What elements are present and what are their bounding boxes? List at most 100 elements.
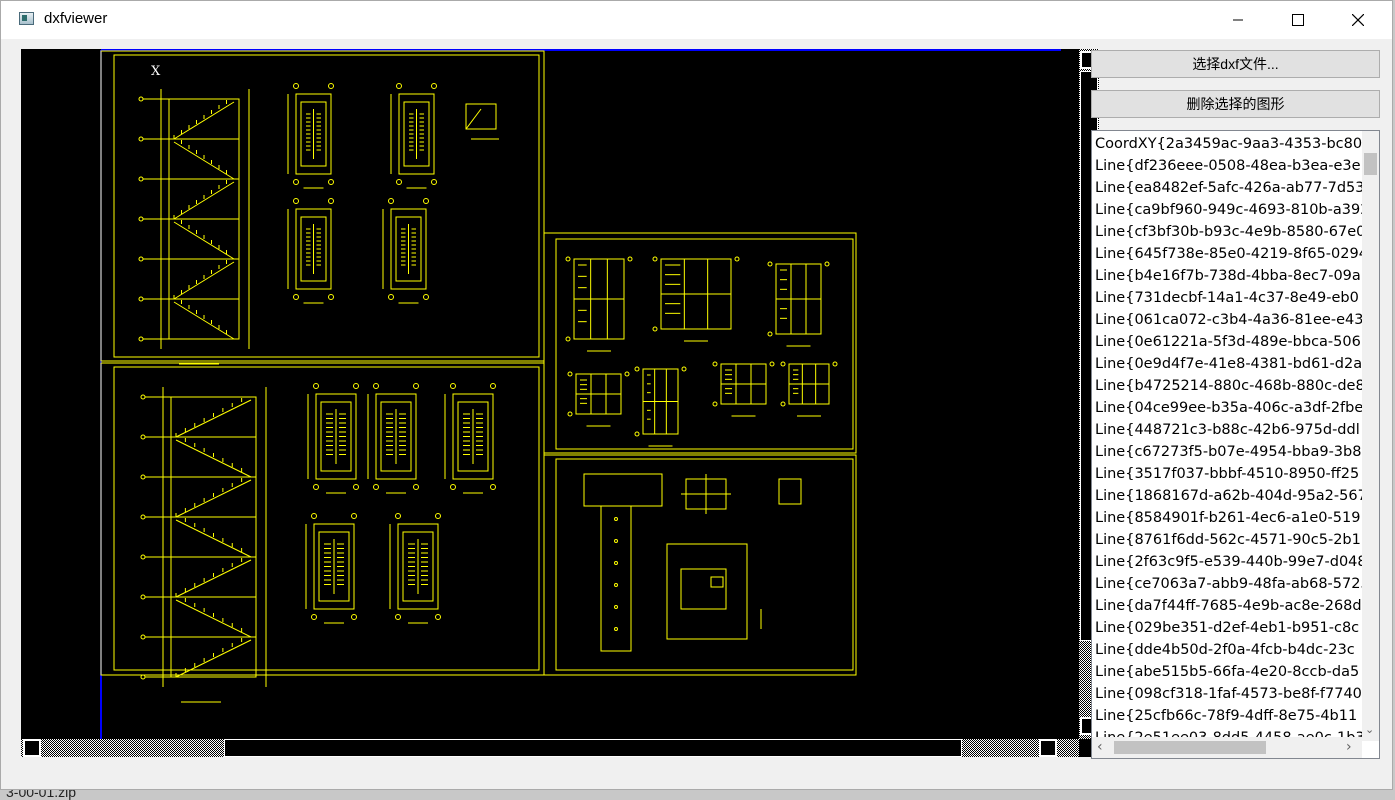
list-item[interactable]: Line{dde4b50d-2f0a-4fcb-b4dc-23c [1092, 639, 1362, 661]
maximize-button[interactable] [1268, 1, 1328, 39]
cad-node [431, 179, 437, 185]
cad-node [293, 198, 299, 204]
list-item[interactable]: Line{da7f44ff-7685-4e9b-ac8e-268d [1092, 595, 1362, 617]
list-item[interactable]: Line{b4725214-880c-468b-880c-de8 [1092, 375, 1362, 397]
list-horizontal-scrollbar[interactable]: ‹ › [1092, 737, 1362, 758]
list-item[interactable]: Line{0e61221a-5f3d-489e-bbca-506 [1092, 331, 1362, 353]
cad-node [293, 179, 299, 185]
cad-line [173, 141, 235, 180]
list-item[interactable]: Line{2f63c9f5-e539-440b-99e7-d048 [1092, 551, 1362, 573]
beam-detail [583, 473, 663, 507]
foundation-plan [666, 543, 748, 640]
cad-node [140, 394, 146, 400]
select-dxf-file-button[interactable]: 选择dxf文件... [1091, 50, 1380, 78]
window-title: dxfviewer [44, 10, 108, 27]
cad-node [614, 539, 618, 543]
list-item[interactable]: Line{8761f6dd-562c-4571-90c5-2b1 [1092, 529, 1362, 551]
list-item[interactable]: Line{061ca072-c3b4-4a36-81ee-e43 [1092, 309, 1362, 331]
cad-node [652, 326, 658, 332]
cad-node [614, 583, 618, 587]
canvas-horizontal-scrollbar[interactable] [21, 739, 1079, 757]
small-detail [778, 478, 802, 505]
cad-node [313, 484, 319, 490]
detail-block [465, 103, 497, 130]
list-item[interactable]: Line{04ce99ee-b35a-406c-a3df-2fbe [1092, 397, 1362, 419]
cad-node [767, 261, 773, 267]
cad-node [832, 361, 838, 367]
cad-line [465, 108, 482, 130]
list-item[interactable]: Line{098cf318-1faf-4573-be8f-f7740 [1092, 683, 1362, 705]
entity-list[interactable]: CoordXY{2a3459ac-9aa3-4353-bc80 Line{df23… [1091, 130, 1380, 759]
delete-selected-button[interactable]: 删除选择的图形 [1091, 90, 1380, 118]
cad-node [413, 383, 419, 389]
dxf-canvas[interactable]: X [21, 49, 1099, 757]
list-item[interactable]: Line{3517f037-bbbf-4510-8950-ff25 [1092, 463, 1362, 485]
foundation-inner [680, 568, 727, 610]
cad-node [614, 561, 618, 565]
list-vertical-scrollbar[interactable]: ⌄ [1362, 131, 1379, 741]
cad-node [328, 179, 334, 185]
cad-node [388, 198, 394, 204]
cad-node [140, 514, 146, 520]
sheet-frame [100, 362, 545, 676]
cad-node [780, 361, 786, 367]
chevron-down-icon[interactable]: ⌄ [1365, 723, 1374, 736]
list-item[interactable]: Line{448721c3-b88c-42b6-975d-ddl [1092, 419, 1362, 441]
cad-node [565, 336, 571, 342]
list-item[interactable]: Line{2e51ee03-8dd5-4458-ae0c-1b3 [1092, 727, 1362, 737]
list-item[interactable]: Line{25cfb66c-78f9-4dff-8e75-4b11 [1092, 705, 1362, 727]
cad-node [138, 256, 144, 262]
cad-node [328, 294, 334, 300]
cad-node [396, 179, 402, 185]
cad-node [780, 401, 786, 407]
close-button[interactable] [1328, 1, 1388, 39]
list-item[interactable]: Line{ca9bf960-949c-4693-810b-a392 [1092, 199, 1362, 221]
close-icon [1352, 14, 1364, 26]
list-item[interactable]: Line{cf3bf30b-b93c-4e9b-8580-67e0 [1092, 221, 1362, 243]
drawing-details [138, 83, 838, 703]
list-item[interactable]: Line{ea8482ef-5afc-426a-ab77-7d53 [1092, 177, 1362, 199]
list-item[interactable]: Line{b4e16f7b-738d-4bba-8ec7-09a [1092, 265, 1362, 287]
list-item[interactable]: Line{c67273f5-b07e-4954-bba9-3b8 [1092, 441, 1362, 463]
list-item[interactable]: Line{df236eee-0508-48ea-b3ea-e3e [1092, 155, 1362, 177]
scroll-left-button[interactable] [23, 739, 41, 757]
cad-node [140, 594, 146, 600]
cad-node [734, 256, 740, 262]
cad-line [175, 439, 252, 478]
list-item[interactable]: Line{abe515b5-66fa-4e20-8ccb-da5 [1092, 661, 1362, 683]
list-item[interactable]: Line{1868167d-a62b-404d-95a2-567 [1092, 485, 1362, 507]
chevron-right-icon[interactable]: › [1346, 739, 1352, 755]
list-scroll-thumb[interactable] [1364, 153, 1377, 175]
cad-node [311, 614, 317, 620]
minimize-button[interactable] [1208, 1, 1268, 39]
cad-node [373, 484, 379, 490]
cad-node [423, 198, 429, 204]
scroll-thumb[interactable] [224, 739, 962, 757]
list-item[interactable]: Line{0e9d4f7e-41e8-4381-bd61-d2a [1092, 353, 1362, 375]
cad-node [681, 366, 687, 372]
cad-drawing[interactable]: X [21, 49, 1079, 739]
chevron-left-icon[interactable]: ‹ [1097, 739, 1103, 755]
list-item[interactable]: CoordXY{2a3459ac-9aa3-4353-bc80 [1092, 133, 1362, 155]
cad-line [175, 479, 252, 518]
list-item[interactable]: Line{731decbf-14a1-4c37-8e49-eb0 [1092, 287, 1362, 309]
list-item[interactable]: Line{8584901f-b261-4ec6-a1e0-519 [1092, 507, 1362, 529]
cad-node [311, 513, 317, 519]
cad-node [293, 294, 299, 300]
cad-node [138, 96, 144, 102]
cad-node [138, 136, 144, 142]
cad-line [175, 519, 252, 558]
list-item[interactable]: Line{029be351-d2ef-4eb1-b951-c8c [1092, 617, 1362, 639]
list-item[interactable]: Line{ce7063a7-abb9-48fa-ab68-5725 [1092, 573, 1362, 595]
list-scroll-thumb[interactable] [1114, 741, 1266, 754]
cad-node [767, 331, 773, 337]
cad-node [140, 674, 146, 680]
cad-node [138, 336, 144, 342]
cad-node [138, 216, 144, 222]
cad-node [490, 383, 496, 389]
scroll-right-button[interactable] [1039, 739, 1057, 757]
cad-node [351, 614, 357, 620]
list-item[interactable]: Line{645f738e-85e0-4219-8f65-0294 [1092, 243, 1362, 265]
cad-node [396, 83, 402, 89]
cad-node [140, 434, 146, 440]
